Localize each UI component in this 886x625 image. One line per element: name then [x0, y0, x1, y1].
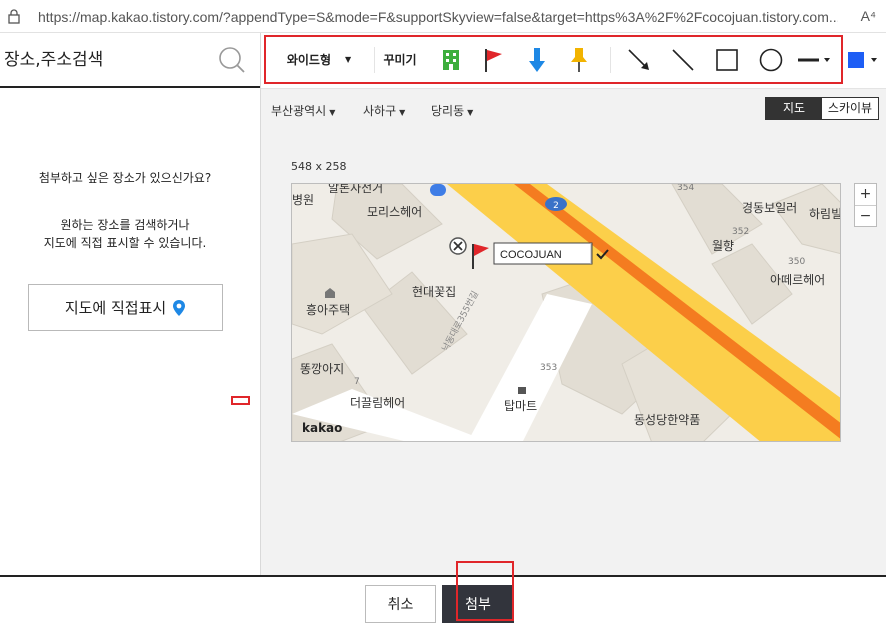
- url-text[interactable]: https://map.kakao.tistory.com/?appendTyp…: [38, 9, 838, 25]
- chevron-down-icon: ▼: [399, 108, 406, 117]
- zoom-in-button[interactable]: +: [855, 184, 876, 205]
- map-type-skyview[interactable]: 스카이뷰: [822, 98, 878, 119]
- road-number: 2: [553, 201, 559, 211]
- map-label: 알톤자전거: [328, 184, 383, 195]
- map-number: 353: [540, 363, 557, 373]
- mark-on-map-label: 지도에 직접표시: [64, 299, 167, 317]
- zoom-out-button[interactable]: −: [855, 205, 876, 226]
- map-label: 월향: [712, 239, 734, 253]
- map-label: 하림빌: [809, 207, 841, 221]
- region-city-select[interactable]: 부산광역시 ▼: [271, 102, 335, 119]
- size-select-label: 와이드형: [286, 53, 331, 67]
- lock-icon: [8, 9, 20, 24]
- right-panel: 와이드형 ▼ 꾸미기 부산광역시 ▼ 사하구 ▼ 당리동 ▼ 지도 스카이뷰 5…: [261, 33, 886, 575]
- map-image[interactable]: 2 낙동대로355번길 알톤자전거 병원 모리스헤어 현대꽃집 흥아주택 똥깡아…: [292, 184, 841, 442]
- zoom-control: + −: [854, 183, 877, 227]
- color-icon[interactable]: [846, 37, 882, 82]
- arrow-line-icon[interactable]: [624, 37, 654, 82]
- line-style-icon[interactable]: [796, 37, 832, 82]
- search-icon[interactable]: [218, 46, 246, 74]
- chevron-down-icon: ▼: [467, 108, 474, 117]
- browser-url-bar[interactable]: https://map.kakao.tistory.com/?appendTyp…: [0, 0, 886, 33]
- map-type-toggle: 지도 스카이뷰: [765, 97, 879, 120]
- region-city-label: 부산광역시: [271, 104, 327, 118]
- kakao-map-attach-dialog: https://map.kakao.tistory.com/?appendTyp…: [0, 0, 886, 625]
- map-label: 모리스헤어: [367, 205, 422, 219]
- chevron-down-icon: ▼: [345, 55, 352, 64]
- map-label: 경동보일러: [742, 201, 797, 215]
- map-label: 병원: [292, 193, 314, 207]
- circle-icon[interactable]: [756, 37, 786, 82]
- reader-mode-icon[interactable]: A⁴: [861, 8, 876, 24]
- region-district-label: 사하구: [363, 104, 397, 118]
- map-label: 탑마트: [504, 399, 537, 413]
- toolbar-highlight: 와이드형 ▼ 꾸미기: [264, 35, 843, 84]
- attach-hint: 원하는 장소를 검색하거나 지도에 직접 표시할 수 있습니다.: [0, 216, 250, 252]
- map-type-map[interactable]: 지도: [766, 98, 822, 119]
- search-input[interactable]: [4, 45, 209, 75]
- chevron-down-icon: ▼: [329, 108, 336, 117]
- map-label: 더끌림헤어: [350, 396, 405, 410]
- bottom-bar: 취소 첨부: [0, 575, 886, 625]
- divider: [374, 47, 375, 73]
- attach-question: 첨부하고 싶은 장소가 있으신가요?: [38, 171, 212, 185]
- map-label: 현대꽃집: [412, 285, 456, 299]
- map-label: 똥깡아지: [300, 362, 344, 376]
- mark-on-map-button[interactable]: 지도에 직접표시: [28, 284, 223, 331]
- search-box: [0, 33, 260, 88]
- divider: [610, 47, 611, 73]
- kakao-logo: kakao: [302, 421, 342, 435]
- map-label: 아떼르헤어: [770, 273, 825, 287]
- size-select[interactable]: 와이드형 ▼: [274, 37, 364, 82]
- map-canvas[interactable]: 2 낙동대로355번길 알톤자전거 병원 모리스헤어 현대꽃집 흥아주택 똥깡아…: [291, 183, 841, 442]
- left-panel: 첨부하고 싶은 장소가 있으신가요? 원하는 장소를 검색하거나 지도에 직접 …: [0, 33, 261, 575]
- map-toolbar: 와이드형 ▼ 꾸미기: [261, 33, 886, 89]
- decorate-label-text: 꾸미기: [383, 53, 417, 67]
- cancel-button[interactable]: 취소: [365, 585, 436, 623]
- mart-icon: [518, 387, 526, 394]
- pushpin-icon[interactable]: [564, 37, 594, 82]
- region-dong-label: 당리동: [431, 104, 465, 118]
- map-number: 354: [677, 184, 694, 193]
- hint-line-1: 원하는 장소를 검색하거나: [60, 218, 190, 232]
- highlight-box: [231, 396, 250, 405]
- hint-line-2: 지도에 직접 표시할 수 있습니다.: [43, 236, 207, 250]
- rectangle-icon[interactable]: [712, 37, 742, 82]
- map-label: 동성당한약품: [634, 412, 700, 427]
- attach-button[interactable]: 첨부: [442, 585, 514, 623]
- decorate-label: 꾸미기: [376, 37, 424, 82]
- map-number: 352: [732, 227, 749, 237]
- line-icon[interactable]: [668, 37, 698, 82]
- region-dong-select[interactable]: 당리동 ▼: [431, 102, 473, 119]
- map-number: 350: [788, 257, 805, 267]
- map-size-label: 548 x 258: [291, 160, 347, 173]
- map-number: 7: [354, 377, 360, 387]
- flag-icon[interactable]: [478, 37, 508, 82]
- location-pin-icon: [173, 299, 186, 316]
- marker-name: COCOJUAN: [500, 249, 562, 261]
- arrow-down-icon[interactable]: [522, 37, 552, 82]
- building-icon[interactable]: [436, 37, 466, 82]
- region-district-select[interactable]: 사하구 ▼: [363, 102, 405, 119]
- map-label: 흥아주택: [306, 303, 350, 317]
